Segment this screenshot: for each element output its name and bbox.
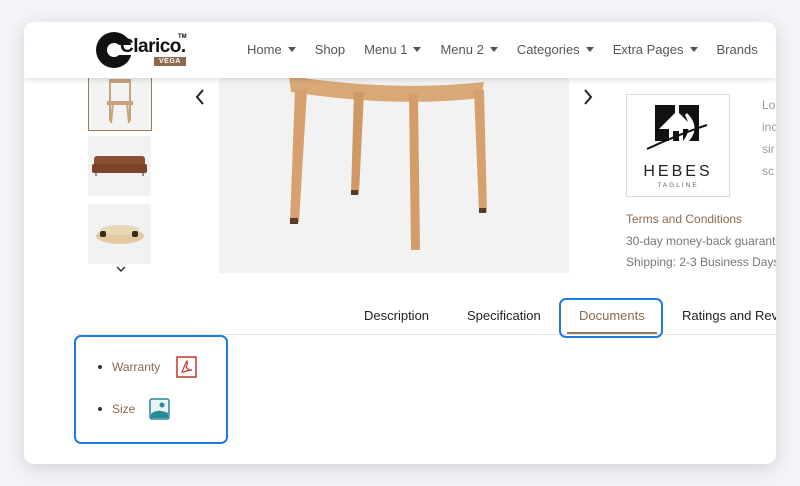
- tab-specification[interactable]: Specification: [467, 308, 541, 323]
- page-card: Clarico. TM VEGA Home Shop Menu 1 Menu 2…: [24, 22, 776, 464]
- nav-label: Menu 1: [364, 42, 408, 57]
- caret-down-icon: [585, 47, 594, 52]
- nav-item-menu-1[interactable]: Menu 1: [364, 42, 422, 57]
- caret-down-icon: [689, 47, 698, 52]
- brand-emblem-icon: [646, 105, 708, 150]
- chevron-left-icon[interactable]: [192, 86, 208, 108]
- return-policy-text: 30-day money-back guarantee: [626, 234, 776, 248]
- nav-item-categories[interactable]: Categories: [517, 42, 594, 57]
- logo-badge: VEGA: [154, 57, 186, 66]
- brand-name: HEBES: [643, 163, 713, 180]
- document-label: Warranty: [112, 360, 161, 374]
- terms-link[interactable]: Terms and Conditions: [626, 212, 742, 226]
- documents-list-highlight: [74, 335, 228, 444]
- chevron-right-icon[interactable]: [580, 86, 596, 108]
- nav-label: Extra Pages: [612, 42, 684, 57]
- caret-down-icon: [287, 47, 296, 52]
- main-nav: Home Shop Menu 1 Menu 2 Categories Extra…: [247, 42, 776, 57]
- bullet: [98, 407, 102, 411]
- logo-text: Clarico.: [120, 36, 186, 57]
- tab-description[interactable]: Description: [364, 308, 429, 323]
- nav-item-brands[interactable]: Brands: [717, 42, 758, 57]
- pdf-icon[interactable]: [176, 356, 197, 383]
- description-line: inc: [762, 120, 776, 134]
- description-line: Lo: [762, 98, 776, 112]
- sofa-thumbnail[interactable]: [88, 136, 151, 196]
- document-size[interactable]: Size: [98, 402, 135, 416]
- tab-ratings[interactable]: Ratings and Reviews: [682, 308, 776, 323]
- image-icon[interactable]: [149, 398, 170, 425]
- brand-logo[interactable]: HEBES TAGLINE: [626, 94, 730, 197]
- logo[interactable]: Clarico. TM VEGA: [96, 30, 191, 70]
- product-main-image: [219, 62, 569, 273]
- document-label: Size: [112, 402, 136, 416]
- product-description-snippet: Lo inc sir sc: [762, 94, 776, 182]
- nav-label: Categories: [516, 42, 580, 57]
- nav-item-home[interactable]: Home: [247, 42, 296, 57]
- nav-item-extra-pages[interactable]: Extra Pages: [613, 42, 698, 57]
- nav-label: Brands: [716, 42, 758, 57]
- chevron-down-icon[interactable]: [115, 262, 127, 276]
- description-line: sir: [762, 142, 775, 156]
- documents-tab-highlight: [559, 298, 663, 338]
- brand-tagline: TAGLINE: [657, 182, 699, 189]
- nav-label: Home: [247, 42, 282, 57]
- logo-tm: TM: [178, 34, 187, 40]
- shipping-text: Shipping: 2-3 Business Days: [626, 255, 776, 269]
- bullet: [98, 365, 102, 369]
- caret-down-icon: [489, 47, 498, 52]
- loveseat-thumbnail[interactable]: [88, 204, 151, 264]
- description-line: sc: [762, 164, 774, 178]
- nav-label: Menu 2: [440, 42, 484, 57]
- chair-thumbnail[interactable]: [88, 72, 152, 131]
- nav-item-menu-2[interactable]: Menu 2: [440, 42, 498, 57]
- nav-item-shop[interactable]: Shop: [315, 42, 345, 57]
- site-header: Clarico. TM VEGA Home Shop Menu 1 Menu 2…: [24, 22, 776, 78]
- document-warranty[interactable]: Warranty: [98, 360, 160, 374]
- caret-down-icon: [413, 47, 422, 52]
- nav-label: Shop: [314, 42, 346, 57]
